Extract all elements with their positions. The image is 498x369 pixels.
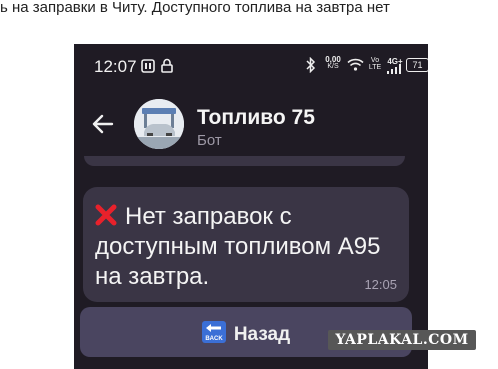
- chat-subtitle: Бот: [197, 132, 222, 149]
- lock-icon: [161, 58, 173, 73]
- cross-mark-icon: [95, 204, 117, 226]
- svg-text:BACK: BACK: [205, 336, 223, 342]
- chat-title: Топливо 75: [197, 106, 315, 129]
- wifi-icon: [347, 58, 364, 71]
- volte-indicator: Vo LTE: [368, 57, 382, 71]
- message-text: Нет заправок с доступным топливом А95 на…: [95, 203, 381, 290]
- message-time: 12:05: [364, 277, 397, 292]
- post-caption: ь на заправки в Читу. Доступного топлива…: [0, 0, 390, 16]
- message-body: Нет заправок с доступным топливом А95 на…: [95, 202, 395, 292]
- message-bubble: Нет заправок с доступным топливом А95 на…: [83, 187, 409, 302]
- back-arrow-icon[interactable]: [92, 113, 114, 135]
- phone-screenshot: 12:07 0,00 K/S Vo LTE 4G+ 71 Топливо 75 …: [74, 44, 428, 369]
- status-time: 12:07: [94, 57, 137, 76]
- watermark: YAPLAKAL.COM: [328, 330, 476, 350]
- status-bar: 12:07 0,00 K/S Vo LTE 4G+ 71: [74, 44, 428, 86]
- signal-icon: [387, 64, 401, 74]
- bluetooth-icon: [306, 57, 316, 73]
- notification-icon: [141, 59, 155, 73]
- previous-message-bubble: [84, 156, 405, 166]
- bot-avatar[interactable]: [134, 99, 184, 149]
- car-logo-icon: [134, 99, 184, 149]
- back-arrow-emoji-icon: BACK: [201, 321, 226, 343]
- chat-header: Топливо 75 Бот: [74, 86, 428, 164]
- network-speed: 0,00 K/S: [325, 55, 341, 71]
- battery-icon: 71: [406, 58, 428, 72]
- watermark-text: YAPLAKAL.COM: [335, 332, 469, 348]
- back-button-label: Назад: [233, 324, 291, 345]
